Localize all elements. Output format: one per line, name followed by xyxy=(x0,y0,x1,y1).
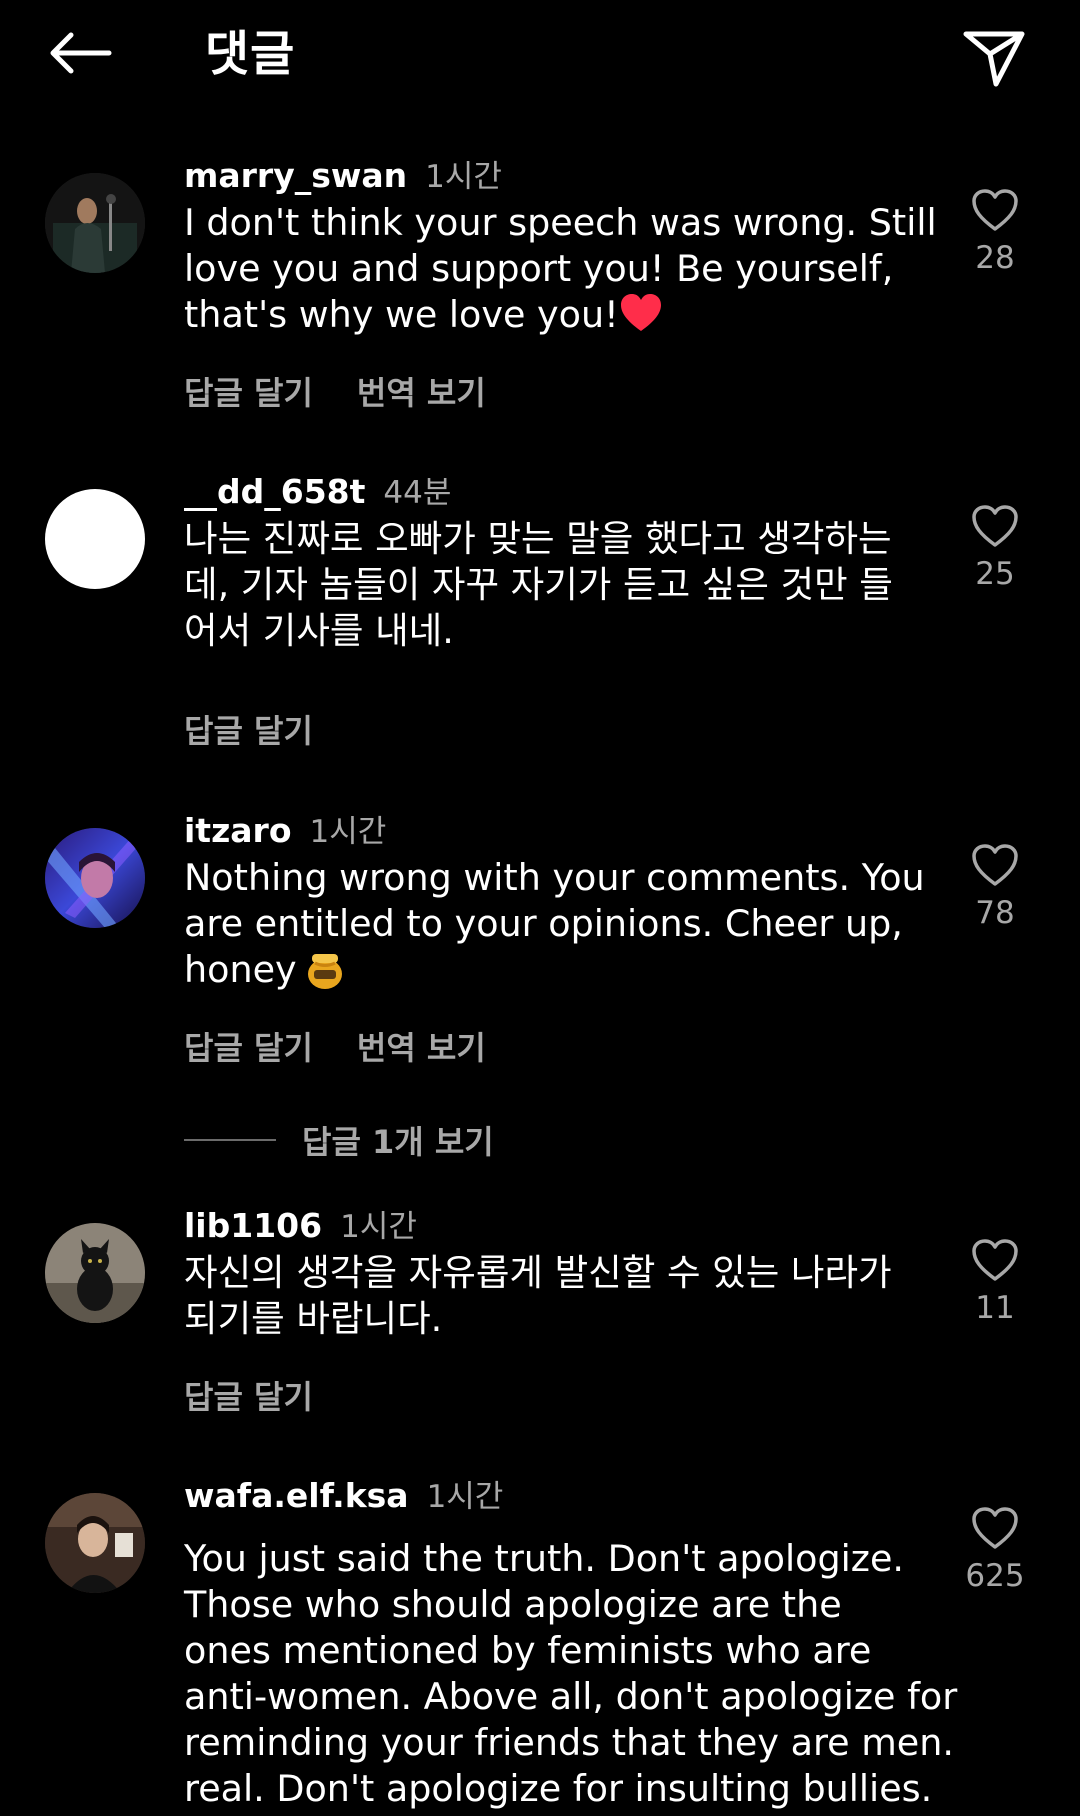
reply-button[interactable]: 답글 달기 xyxy=(184,1029,313,1067)
comment-line: 어서 기사를 내네. xyxy=(184,609,454,652)
comment-line: honey xyxy=(184,947,924,993)
reply-button[interactable]: 답글 달기 xyxy=(184,374,313,412)
username[interactable]: marry_swan xyxy=(184,156,407,195)
comment-line: ones mentioned by feminists who are xyxy=(184,1629,872,1672)
comment-actions: 답글 달기 번역 보기 xyxy=(184,368,486,414)
comment-line: 자신의 생각을 자유롭게 발신할 수 있는 나라가 xyxy=(184,1251,892,1294)
comment-text: 나는 진짜로 오빠가 맞는 말을 했다고 생각하는 데, 기자 놈들이 자꾸 자… xyxy=(184,516,924,654)
avatar[interactable] xyxy=(45,489,145,589)
avatar[interactable] xyxy=(45,828,145,928)
comment-item: itzaro 1시간 Nothing wrong with your commen… xyxy=(0,811,1080,1071)
comment-line: love you and support you! Be yourself, xyxy=(184,247,894,290)
avatar-image xyxy=(45,173,145,273)
comment-line: You just said the truth. Don't apologize… xyxy=(184,1537,905,1580)
comment-meta: marry_swan 1시간 xyxy=(184,156,502,196)
comment-line: Those who should apologize are the xyxy=(184,1583,842,1626)
comment-meta: itzaro 1시간 xyxy=(184,811,386,851)
top-bar: 댓글 xyxy=(0,0,1080,110)
avatar[interactable] xyxy=(45,173,145,273)
comment-item: lib1106 1시간 자신의 생각을 자유롭게 발신할 수 있는 나라가 되기를… xyxy=(0,1206,1080,1426)
like-count: 25 xyxy=(975,556,1015,592)
arrow-left-icon xyxy=(50,32,112,74)
comment-line: Nothing wrong with your comments. You xyxy=(184,856,925,899)
like-area: 28 xyxy=(945,188,1045,276)
comment-line-text: honey xyxy=(184,948,297,991)
view-replies-button[interactable]: 답글 1개 보기 xyxy=(184,1118,494,1162)
username[interactable]: wafa.elf.ksa xyxy=(184,1476,409,1515)
comment-line: 되기를 바랍니다. xyxy=(184,1297,443,1340)
page-title: 댓글 xyxy=(205,26,296,82)
comment-line: 나는 진짜로 오빠가 맞는 말을 했다고 생각하는 xyxy=(184,517,892,560)
avatar-image xyxy=(45,828,145,928)
reply-button[interactable]: 답글 달기 xyxy=(184,1378,313,1416)
divider xyxy=(184,1139,276,1141)
like-area: 25 xyxy=(945,504,1045,592)
like-area: 11 xyxy=(945,1238,1045,1326)
like-count: 11 xyxy=(975,1290,1015,1326)
comment-meta: lib1106 1시간 xyxy=(184,1206,417,1246)
comment-line: real. Don't apologize for insulting bull… xyxy=(184,1767,933,1810)
comment-meta: __dd_658t 44분 xyxy=(184,472,451,512)
comment-line-text: that's why we love you! xyxy=(184,293,619,336)
comment-item: __dd_658t 44분 나는 진짜로 오빠가 맞는 말을 했다고 생각하는 데… xyxy=(0,472,1080,752)
comment-meta: wafa.elf.ksa 1시간 xyxy=(184,1476,503,1516)
share-button[interactable] xyxy=(952,16,1036,100)
comment-actions: 답글 달기 xyxy=(184,706,313,752)
back-button[interactable] xyxy=(40,18,120,88)
red-heart-emoji-icon xyxy=(620,294,661,331)
comment-line: anti-women. Above all, don't apologize f… xyxy=(184,1675,958,1718)
comment-item: wafa.elf.ksa 1시간 You just said the truth.… xyxy=(0,1476,1080,1816)
comment-actions: 답글 달기 xyxy=(184,1372,313,1418)
comment-line: reminding your friends that they are men… xyxy=(184,1721,954,1764)
see-translation-button[interactable]: 번역 보기 xyxy=(357,1029,486,1067)
reply-button[interactable]: 답글 달기 xyxy=(184,712,313,750)
comment-time: 44분 xyxy=(383,475,452,511)
comment-line: I don't think your speech was wrong. Sti… xyxy=(184,201,937,244)
username[interactable]: itzaro xyxy=(184,811,292,850)
like-area: 625 xyxy=(945,1506,1045,1594)
like-count: 78 xyxy=(975,895,1015,931)
comment-text: You just said the truth. Don't apologize… xyxy=(184,1536,958,1812)
paper-plane-icon xyxy=(963,31,1025,87)
comment-text: I don't think your speech was wrong. Sti… xyxy=(184,200,937,338)
like-count: 28 xyxy=(975,240,1015,276)
comment-item: marry_swan 1시간 I don't think your speech … xyxy=(0,156,1080,416)
avatar-image xyxy=(45,1223,145,1323)
username[interactable]: lib1106 xyxy=(184,1206,322,1245)
comment-time: 1시간 xyxy=(426,1479,504,1515)
comment-text: Nothing wrong with your comments. You ar… xyxy=(184,855,925,993)
see-translation-button[interactable]: 번역 보기 xyxy=(357,374,486,412)
heart-outline-icon[interactable] xyxy=(971,504,1019,548)
comment-time: 1시간 xyxy=(340,1209,417,1245)
heart-outline-icon[interactable] xyxy=(971,843,1019,887)
comment-line: that's why we love you! xyxy=(184,292,924,338)
avatar[interactable] xyxy=(45,1223,145,1323)
username[interactable]: __dd_658t xyxy=(184,472,365,511)
comment-time: 1시간 xyxy=(309,814,387,850)
comment-line: 데, 기자 놈들이 자꾸 자기가 듣고 싶은 것만 들 xyxy=(184,563,893,606)
like-area: 78 xyxy=(945,843,1045,931)
heart-outline-icon[interactable] xyxy=(971,188,1019,232)
heart-outline-icon[interactable] xyxy=(971,1506,1019,1550)
view-replies-label: 답글 1개 보기 xyxy=(302,1123,494,1161)
honey-pot-emoji-icon xyxy=(307,954,342,989)
comment-text: 자신의 생각을 자유롭게 발신할 수 있는 나라가 되기를 바랍니다. xyxy=(184,1250,924,1342)
comment-line: are entitled to your opinions. Cheer up, xyxy=(184,902,903,945)
comment-actions: 답글 달기 번역 보기 xyxy=(184,1023,486,1069)
heart-outline-icon[interactable] xyxy=(971,1238,1019,1282)
comment-time: 1시간 xyxy=(425,159,502,195)
avatar[interactable] xyxy=(45,1493,145,1593)
avatar-image xyxy=(45,1493,145,1593)
like-count: 625 xyxy=(965,1558,1025,1594)
